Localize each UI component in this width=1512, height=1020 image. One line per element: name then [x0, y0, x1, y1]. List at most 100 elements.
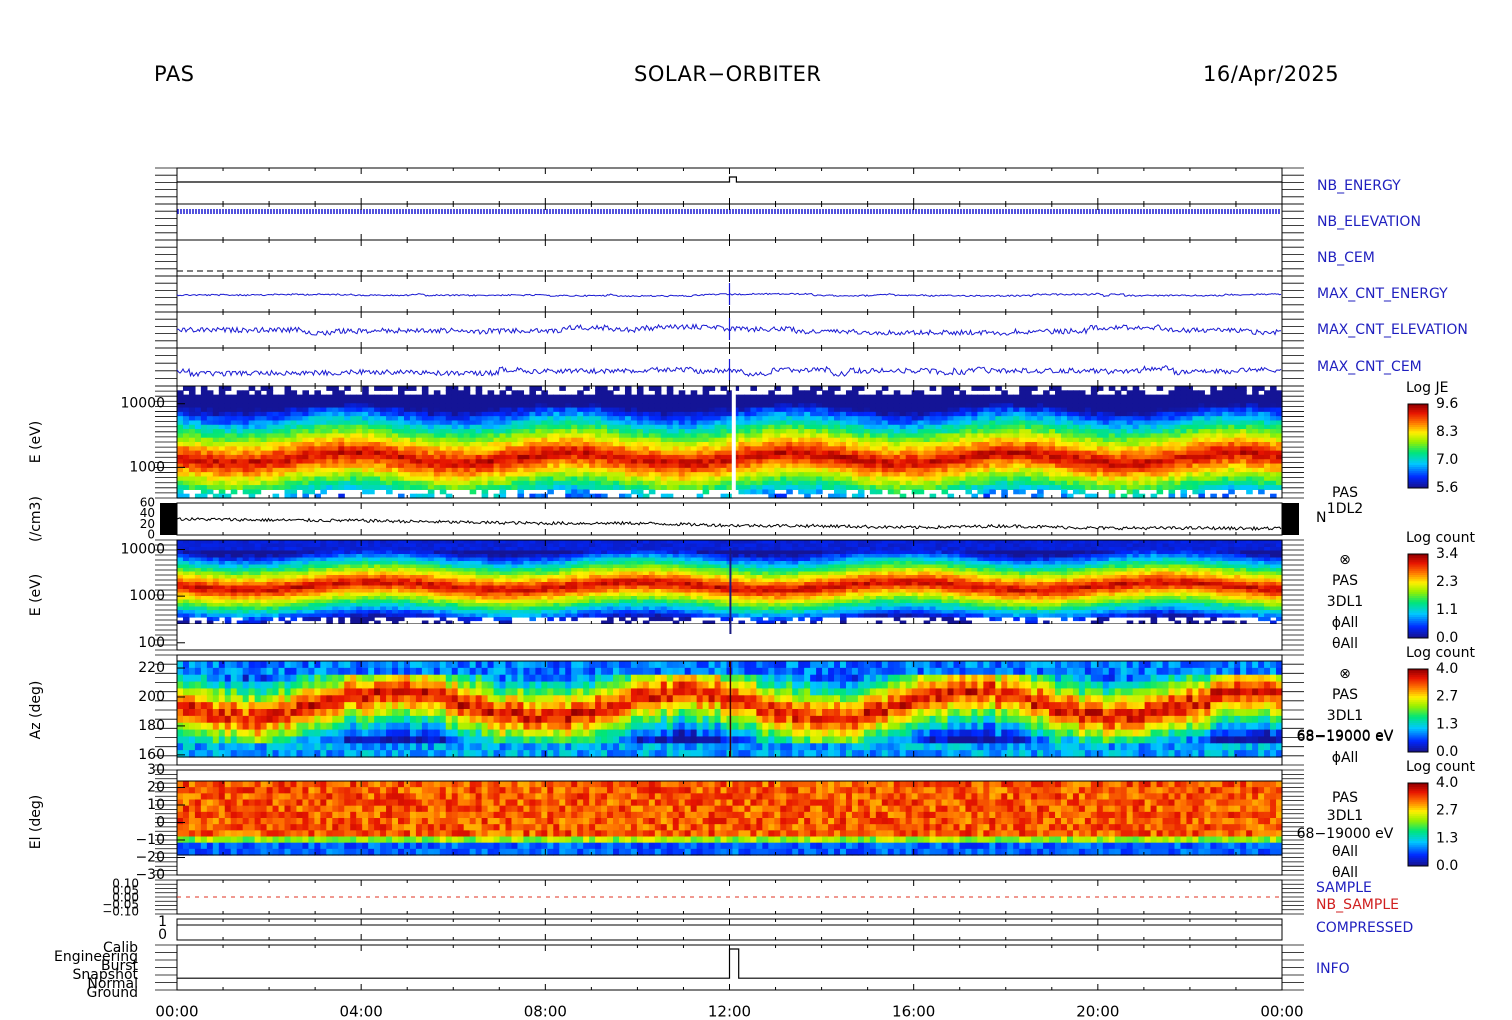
- spectro-cell: [559, 386, 566, 391]
- spectro-cell: [738, 394, 746, 400]
- spectro-cell: [613, 446, 620, 452]
- spectro-cell: [654, 437, 662, 443]
- spectro-cell: [1090, 454, 1098, 460]
- spectro-cell: [828, 459, 835, 465]
- spectro-cell: [511, 472, 519, 478]
- spectro-cell: [630, 480, 638, 486]
- spectro-cell: [320, 485, 327, 490]
- spectro-cell: [1072, 442, 1080, 447]
- spectro-cell: [547, 416, 554, 422]
- spectro-cell: [660, 429, 668, 434]
- spectro-cell: [965, 467, 972, 473]
- spectro-cell: [911, 459, 919, 465]
- spectro-cell: [314, 398, 321, 404]
- spectro-cell: [332, 386, 339, 391]
- spectro-cell: [493, 454, 501, 460]
- spectro-cell: [356, 467, 363, 473]
- spectro-cell: [194, 394, 202, 400]
- spectro-cell: [1192, 424, 1199, 430]
- spectro-cell: [188, 454, 196, 460]
- spectro-cell: [780, 454, 787, 460]
- spectro-cell: [260, 407, 268, 413]
- spectro-cell: [929, 467, 937, 473]
- spectro-cell: [433, 390, 441, 396]
- spectro-cell: [272, 416, 280, 422]
- spectro-cell: [1061, 454, 1068, 460]
- spectro-cell: [935, 450, 943, 456]
- spectro-cell: [505, 467, 513, 473]
- spectro-cell: [750, 489, 757, 495]
- spectro-cell: [666, 420, 674, 426]
- spectro-cell: [696, 459, 704, 465]
- spectro-cell: [708, 424, 716, 430]
- spectro-cell: [1055, 446, 1062, 452]
- spectro-cell: [780, 424, 787, 430]
- spectro-cell: [529, 424, 536, 430]
- spectro-cell: [923, 450, 931, 456]
- spectro-cell: [212, 459, 220, 465]
- spectro-cell: [648, 463, 656, 469]
- spectro-cell: [1198, 416, 1205, 422]
- spectro-cell: [1150, 467, 1158, 473]
- spectro-cell: [923, 398, 931, 404]
- spectro-cell: [714, 480, 722, 486]
- spectro-cell: [917, 398, 925, 404]
- spectro-cell: [690, 454, 698, 460]
- spectro-cell: [1264, 472, 1271, 478]
- spectro-cell: [1055, 480, 1062, 486]
- spectro-cell: [326, 480, 333, 486]
- spectro-cell: [332, 429, 339, 434]
- spectro-cell: [1222, 485, 1229, 490]
- spectro-cell: [828, 407, 835, 413]
- spectro-cell: [188, 463, 196, 469]
- spectro-cell: [1120, 407, 1128, 413]
- spectro-cell: [1168, 489, 1176, 495]
- spectro-cell: [613, 420, 620, 426]
- spectro-cell: [380, 467, 387, 473]
- spectro-cell: [260, 450, 268, 456]
- spectro-cell: [523, 463, 530, 469]
- spectro-cell: [547, 459, 554, 465]
- spectro-cell: [362, 442, 369, 447]
- spectro-cell: [577, 411, 584, 417]
- spectro-cell: [696, 416, 704, 422]
- spectro-cell: [684, 424, 692, 430]
- spectro-cell: [547, 424, 554, 430]
- spectro-cell: [433, 411, 441, 417]
- spectro-cell: [260, 442, 268, 447]
- spectro-cell: [344, 398, 351, 404]
- spectro-cell: [200, 386, 208, 391]
- spectro-cell: [851, 398, 859, 404]
- spectro-cell: [642, 394, 650, 400]
- spectro-cell: [738, 403, 746, 409]
- spectro-cell: [654, 476, 662, 482]
- spectro-cell: [589, 420, 596, 426]
- spectro-cell: [547, 442, 554, 447]
- spectro-cell: [822, 450, 829, 456]
- spectro-cell: [1150, 407, 1158, 413]
- spectro-cell: [392, 454, 399, 460]
- spectro-cell: [654, 386, 662, 391]
- spectro-cell: [248, 420, 256, 426]
- spectro-cell: [810, 446, 817, 452]
- spectro-cell: [660, 459, 668, 465]
- spectro-cell: [971, 472, 978, 478]
- spectro-cell: [308, 398, 315, 404]
- spectro-cell: [296, 476, 304, 482]
- spectro-cell: [439, 416, 447, 422]
- spectro-cell: [511, 459, 519, 465]
- spectro-cell: [666, 390, 674, 396]
- spectro-cell: [1264, 463, 1271, 469]
- spectro-cell: [1049, 433, 1056, 439]
- spectro-cell: [851, 416, 859, 422]
- spectro-cell: [1264, 437, 1271, 443]
- spectro-cell: [1037, 407, 1044, 413]
- spectro-cell: [469, 480, 477, 486]
- spectro-cell: [1049, 485, 1056, 490]
- spectro-cell: [469, 476, 477, 482]
- spectro-cell: [834, 454, 841, 460]
- spectro-cell: [816, 420, 823, 426]
- spectro-cell: [1114, 398, 1122, 404]
- spectro-cell: [386, 424, 393, 430]
- spectro-cell: [953, 454, 961, 460]
